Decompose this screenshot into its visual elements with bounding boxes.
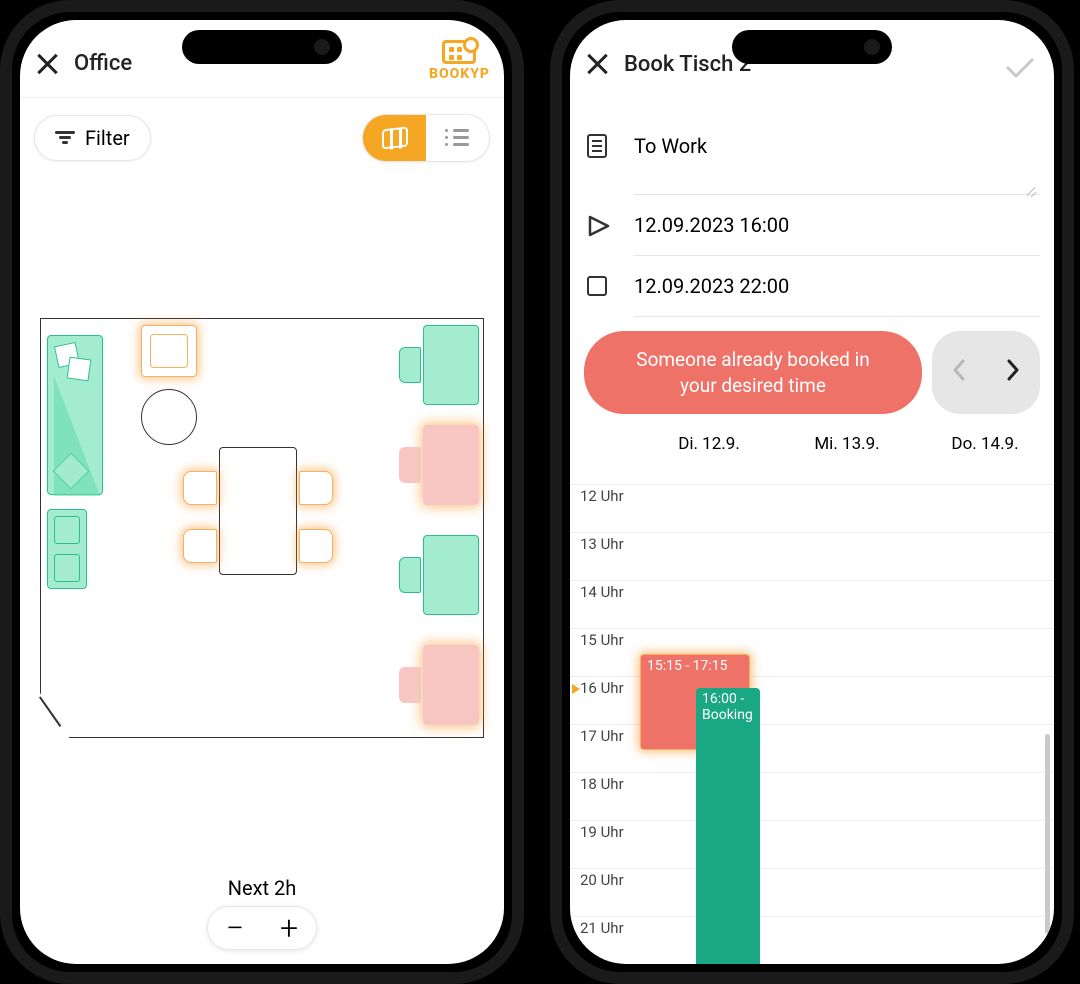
hour-row: 12 Uhr (570, 484, 1054, 532)
notes-icon (587, 134, 607, 158)
play-icon (586, 214, 608, 236)
hour-row: 21 Uhr (570, 916, 1054, 964)
hour-row: 20 Uhr (570, 868, 1054, 916)
brand-text: BOOKYP (429, 66, 490, 82)
zoom-out-button[interactable]: − (226, 909, 244, 947)
zoom-in-button[interactable]: + (280, 909, 298, 947)
hour-label: 15 Uhr (570, 629, 640, 649)
next-day-button[interactable] (1005, 358, 1021, 388)
close-icon[interactable] (34, 51, 60, 77)
calendar-grid[interactable]: 12 Uhr 13 Uhr 14 Uhr 15 Uhr 16 Uhr 17 Uhr 18 U… (570, 464, 1054, 964)
view-toggle (362, 114, 490, 162)
prev-day-button[interactable] (951, 358, 967, 388)
list-icon (447, 129, 469, 147)
sofa-shade (54, 376, 100, 496)
now-indicator-icon (572, 684, 580, 694)
list-view-button[interactable] (426, 115, 489, 161)
day-header: Di. 12.9. Mi. 13.9. Do. 14.9. (570, 428, 1054, 464)
map-icon (382, 127, 408, 150)
brand-logo: BOOKYP (429, 40, 490, 82)
desk-right[interactable] (423, 325, 479, 405)
page-title: Book Tisch 2 (624, 52, 751, 77)
end-time-row[interactable]: 12.09.2023 22:00 (570, 256, 1054, 316)
start-time-row[interactable]: 12.09.2023 16:00 (570, 195, 1054, 255)
note-row[interactable]: To Work (570, 116, 1054, 176)
floorplan[interactable] (40, 318, 484, 738)
hour-row: 18 Uhr (570, 772, 1054, 820)
phone-right: Book Tisch 2 To Work 12.09.2023 16:00 (550, 0, 1074, 984)
hour-label: 14 Uhr (570, 581, 640, 601)
seat-chair[interactable] (299, 471, 333, 505)
device-notch (182, 30, 342, 64)
seat-armchair[interactable] (141, 325, 197, 377)
seat-chair[interactable] (299, 529, 333, 563)
filter-icon (55, 131, 75, 145)
seat-chair-booked[interactable] (399, 667, 421, 703)
filter-button[interactable]: Filter (34, 115, 151, 161)
cabinet[interactable] (47, 509, 87, 589)
day-label[interactable]: Di. 12.9. (640, 434, 778, 454)
desk-right-booked[interactable] (423, 645, 479, 725)
close-icon[interactable] (584, 51, 610, 77)
seat-chair-booked[interactable] (399, 447, 421, 483)
hour-label: 12 Uhr (570, 485, 640, 505)
desk-right[interactable] (423, 535, 479, 615)
hour-label: 19 Uhr (570, 821, 640, 841)
hour-label: 18 Uhr (570, 773, 640, 793)
end-time-value: 12.09.2023 22:00 (634, 274, 789, 298)
hour-label: 16 Uhr (570, 677, 640, 697)
stop-icon (587, 276, 607, 296)
toolbar: Filter (20, 98, 504, 178)
seat-chair[interactable] (183, 471, 217, 505)
conflict-warning: Someone already booked in your desired t… (584, 331, 922, 414)
round-table (141, 389, 197, 445)
day-label[interactable]: Do. 14.9. (916, 434, 1054, 454)
map-view-button[interactable] (363, 115, 426, 161)
hour-label: 20 Uhr (570, 869, 640, 889)
phone-left: Office BOOKYP Filter (0, 0, 524, 984)
calendar-icon (442, 40, 476, 64)
page-title: Office (74, 51, 132, 76)
day-label[interactable]: Mi. 13.9. (778, 434, 916, 454)
hour-row: 14 Uhr (570, 580, 1054, 628)
range-label[interactable]: Next 2h (207, 876, 317, 900)
desk-center (219, 447, 297, 575)
seat-chair[interactable] (183, 529, 217, 563)
confirm-button[interactable] (1006, 58, 1034, 78)
zoom-control: − + (207, 906, 317, 950)
resize-handle-icon[interactable] (1026, 186, 1036, 196)
seat-sofa[interactable] (47, 335, 103, 495)
day-pager (932, 331, 1040, 414)
filter-label: Filter (85, 126, 130, 150)
hour-row: 19 Uhr (570, 820, 1054, 868)
scrollbar-thumb[interactable] (1045, 734, 1050, 934)
desk-right-booked[interactable] (423, 425, 479, 505)
seat-chair[interactable] (399, 557, 421, 593)
device-notch (732, 30, 892, 64)
divider (634, 316, 1040, 317)
hour-label: 13 Uhr (570, 533, 640, 553)
seat-chair[interactable] (399, 347, 421, 383)
start-time-value: 12.09.2023 16:00 (634, 213, 789, 237)
hour-label: 21 Uhr (570, 917, 640, 937)
hour-label: 17 Uhr (570, 725, 640, 745)
hour-row: 13 Uhr (570, 532, 1054, 580)
note-value: To Work (634, 134, 707, 158)
booking-mine[interactable]: 16:00 - Booking (696, 688, 760, 964)
